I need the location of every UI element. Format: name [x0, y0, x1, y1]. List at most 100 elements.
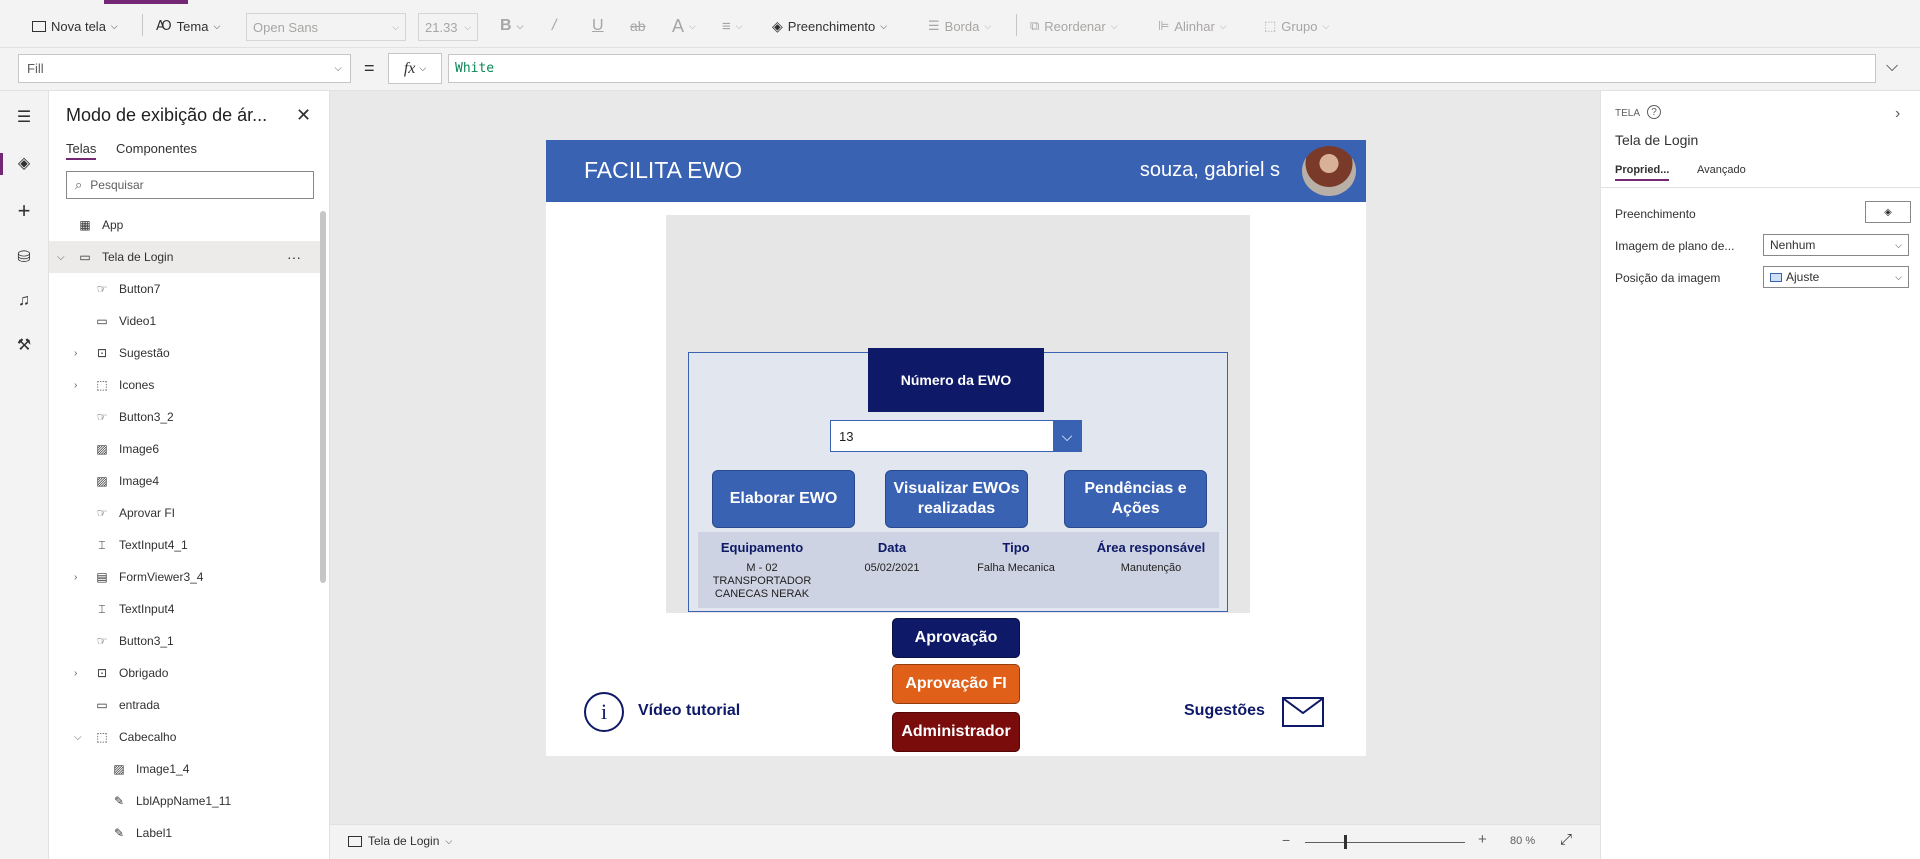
chevron-right-icon[interactable]: › — [74, 668, 77, 679]
chevron-down-icon[interactable]: ⌵ — [1053, 421, 1081, 451]
text-align-button[interactable]: ≡ ⌵ — [722, 15, 743, 37]
reorder-button[interactable]: ⧉ Reordenar ⌵ — [1030, 15, 1118, 37]
tree-item[interactable]: › ⊡ Sugestão — [49, 337, 321, 369]
ewo-number-label: Número da EWO — [868, 348, 1044, 412]
tree-item[interactable]: ⌶ TextInput4_1 — [49, 529, 321, 561]
expand-formula-button[interactable]: ⌵ — [1886, 58, 1898, 76]
tree-item[interactable]: ▨ Image1_4 — [49, 753, 321, 785]
font-size-select[interactable]: 21.33 ⌵ — [418, 13, 478, 41]
mail-icon[interactable] — [1282, 697, 1324, 727]
fit-screen-icon[interactable]: ⤢ — [1560, 831, 1572, 848]
property-value: Fill — [27, 61, 44, 76]
button-icon: ☞ — [96, 410, 108, 424]
tree-item[interactable]: ✎ LblAppName1_11 — [49, 785, 321, 817]
tab-advanced[interactable]: Avançado — [1697, 164, 1746, 176]
underline-button[interactable]: U — [592, 15, 604, 37]
align-button[interactable]: ⊫ Alinhar ⌵ — [1158, 15, 1227, 37]
tree-item[interactable]: ▨ Image4 — [49, 465, 321, 497]
font-color-button[interactable]: A ⌵ — [672, 15, 696, 37]
screen-selector[interactable]: Tela de Login ⌵ — [348, 834, 452, 848]
pending-actions-button[interactable]: Pendências e Ações — [1064, 470, 1207, 528]
media-icon[interactable]: ♫ — [12, 289, 36, 313]
chevron-right-icon[interactable]: › — [74, 380, 77, 391]
property-select[interactable]: Fill ⌵ — [18, 54, 351, 83]
database-icon[interactable]: ⛁ — [12, 245, 36, 269]
app-title: FACILITA EWO — [584, 157, 743, 183]
hamburger-menu-icon[interactable]: ☰ — [12, 105, 36, 129]
formula-input[interactable]: White — [448, 54, 1876, 83]
tab-properties[interactable]: Propried... — [1615, 164, 1670, 181]
zoom-slider-thumb[interactable] — [1343, 835, 1347, 849]
close-icon[interactable]: ✕ — [296, 105, 311, 126]
font-size-value: 21.33 — [425, 19, 458, 35]
new-screen-button[interactable]: Nova tela ⌵ — [32, 15, 118, 37]
info-icon[interactable]: i — [584, 692, 624, 732]
bg-image-select[interactable]: Nenhum ⌵ — [1763, 234, 1909, 256]
tree-item[interactable]: › ⬚ Icones — [49, 369, 321, 401]
view-ewos-button[interactable]: Visualizar EWOs realizadas — [885, 470, 1028, 528]
tree-item[interactable]: › ⊡ Obrigado — [49, 657, 321, 689]
tree-item[interactable]: › ▤ FormViewer3_4 — [49, 561, 321, 593]
rectangle-icon: ▭ — [96, 698, 108, 712]
group-button[interactable]: ⬚ Grupo ⌵ — [1264, 15, 1329, 37]
chevron-down-icon: ⌵ — [334, 63, 342, 74]
tree-item[interactable]: ✎ Label1 — [49, 817, 321, 849]
approval-button[interactable]: Aprovação — [892, 618, 1020, 658]
zoom-in-button[interactable]: + — [1478, 831, 1487, 848]
chevron-right-icon[interactable]: › — [74, 572, 77, 583]
fill-button[interactable]: ◈ Preenchimento ⌵ — [772, 15, 887, 37]
chevron-down-icon: ⌵ — [110, 20, 118, 31]
tree-item[interactable]: ⌵ ⬚ Cabecalho — [49, 721, 321, 753]
tree-item[interactable]: ☞ Button3_1 — [49, 625, 321, 657]
tree-item[interactable]: ▭ Video1 — [49, 305, 321, 337]
tree-item[interactable]: ☞ Aprovar FI — [49, 497, 321, 529]
image-position-select[interactable]: Ajuste ⌵ — [1763, 266, 1909, 288]
administrator-button[interactable]: Administrador — [892, 712, 1020, 752]
chevron-right-icon[interactable]: › — [1895, 105, 1900, 123]
fill-color-picker[interactable]: ◈ — [1865, 201, 1911, 223]
tools-icon[interactable]: ⚒ — [12, 333, 36, 357]
bg-image-value: Nenhum — [1770, 238, 1816, 252]
tree-item[interactable]: ☞ Button3_2 — [49, 401, 321, 433]
tree-item[interactable]: ⌵ ▭ Tela de Login ··· — [49, 241, 321, 273]
tab-components[interactable]: Componentes — [116, 141, 197, 156]
strikethrough-button[interactable]: ab — [630, 15, 646, 37]
approval-fi-button[interactable]: Aprovação FI — [892, 664, 1020, 704]
tree-view-title: Modo de exibição de ár... — [66, 105, 268, 125]
form-icon: ▤ — [96, 570, 108, 584]
component-icon: ⊡ — [96, 346, 108, 360]
scrollbar[interactable] — [320, 211, 326, 583]
label-icon: ✎ — [113, 794, 125, 808]
tree-item[interactable]: ☞ Button7 — [49, 273, 321, 305]
ewo-number-dropdown[interactable]: 13 ⌵ — [830, 420, 1082, 452]
video-tutorial-link[interactable]: Vídeo tutorial — [638, 702, 740, 720]
bold-button[interactable]: B ⌵ — [500, 15, 523, 37]
zoom-slider[interactable] — [1305, 842, 1465, 843]
chevron-down-icon[interactable]: ⌵ — [57, 252, 65, 263]
tree-item[interactable]: ▦ App — [49, 209, 321, 241]
theme-button[interactable]: Ꜵ Tema ⌵ — [156, 15, 220, 37]
font-family-select[interactable]: Open Sans ⌵ — [246, 13, 406, 41]
table-header: Tipo — [1002, 540, 1030, 555]
tree-item-label: App — [102, 218, 124, 232]
layers-icon[interactable]: ◈ — [12, 151, 36, 175]
search-placeholder: Pesquisar — [90, 178, 144, 192]
search-input[interactable]: ⌕ Pesquisar — [66, 171, 314, 199]
chevron-right-icon[interactable]: › — [74, 348, 77, 359]
help-icon[interactable]: ? — [1647, 105, 1661, 119]
italic-button[interactable]: / — [552, 15, 556, 37]
fx-button[interactable]: fx ⌵ — [388, 53, 442, 84]
tree-item[interactable]: ▨ Image6 — [49, 433, 321, 465]
chevron-down-icon[interactable]: ⌵ — [74, 732, 82, 743]
zoom-out-button[interactable]: − — [1282, 832, 1290, 848]
tab-screens[interactable]: Telas — [66, 141, 97, 160]
tree-item[interactable]: ▭ entrada — [49, 689, 321, 721]
more-options-icon[interactable]: ··· — [287, 249, 301, 265]
app-screen[interactable]: FACILITA EWO souza, gabriel s Número da … — [546, 140, 1366, 756]
plus-icon[interactable]: + — [12, 198, 36, 223]
border-button[interactable]: ☰ Borda ⌵ — [928, 15, 991, 37]
suggestions-link[interactable]: Sugestões — [1184, 702, 1265, 720]
tree-item[interactable]: ⌶ TextInput4 — [49, 593, 321, 625]
fill-label: Preenchimento — [787, 18, 876, 34]
elaborate-ewo-button[interactable]: Elaborar EWO — [712, 470, 855, 528]
